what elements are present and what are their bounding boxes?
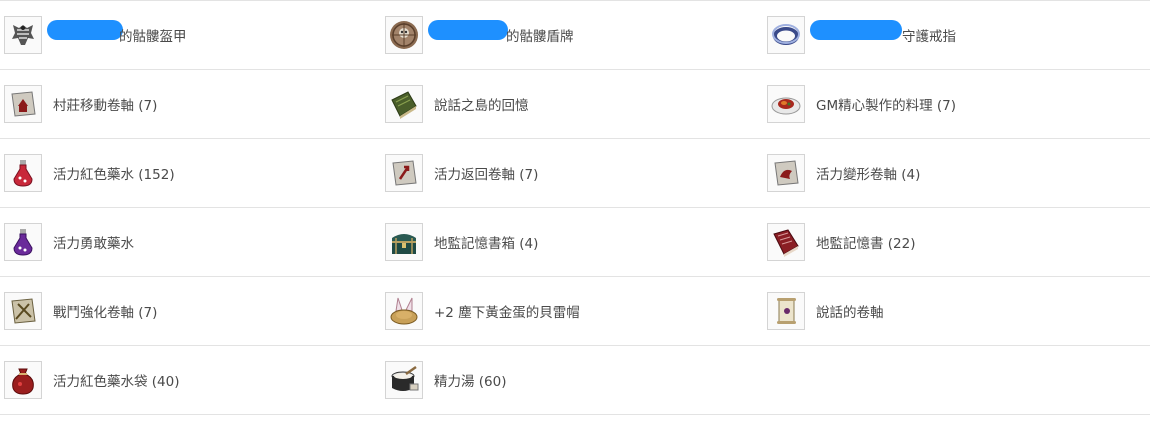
list-item[interactable]: 地監記憶書 (22) [767, 208, 916, 276]
soup-pot-icon [385, 361, 423, 399]
list-item[interactable]: GM精心製作的料理 (7) [767, 70, 956, 138]
item-name: 的骷髏盾牌 [506, 29, 574, 45]
item-name: +2 塵下黃金蛋的貝雷帽 [434, 305, 580, 321]
redaction-mark [47, 20, 123, 40]
skeleton-shield-icon [385, 16, 423, 54]
list-item[interactable]: 的骷髏盾牌 [385, 1, 574, 69]
item-row: 活力紅色藥水 (152) 活力返回卷軸 (7) 活力變形卷軸 (4) [0, 138, 1150, 207]
item-name: 說話的卷軸 [816, 305, 884, 321]
list-item[interactable]: 的骷髏盔甲 [4, 1, 187, 69]
list-item[interactable]: 戰鬥強化卷軸 (7) [4, 277, 157, 345]
item-name: 守護戒指 [902, 29, 956, 45]
item-name: 的骷髏盔甲 [119, 29, 187, 45]
red-book-icon [767, 223, 805, 261]
item-row: 戰鬥強化卷軸 (7) +2 塵下黃金蛋的貝雷帽 說話的卷軸 [0, 276, 1150, 345]
item-row: 村莊移動卷軸 (7) 說話之島的回憶 GM精心製作的料理 (7) [0, 69, 1150, 138]
green-book-icon [385, 85, 423, 123]
list-item[interactable]: 說話之島的回憶 [385, 70, 529, 138]
item-name: GM精心製作的料理 (7) [816, 98, 957, 114]
list-item[interactable]: 活力返回卷軸 (7) [385, 139, 538, 207]
item-row: 活力紅色藥水袋 (40) 精力湯 (60) [0, 345, 1150, 415]
purple-potion-icon [4, 223, 42, 261]
list-item[interactable]: 精力湯 (60) [385, 346, 507, 414]
item-name: 地監記憶書箱 (4) [434, 236, 539, 252]
battle-scroll-icon [4, 292, 42, 330]
redaction-mark [428, 20, 508, 40]
bunny-hat-icon [385, 292, 423, 330]
item-name: 村莊移動卷軸 (7) [53, 98, 158, 114]
list-item[interactable]: 活力紅色藥水袋 (40) [4, 346, 180, 414]
list-item[interactable]: +2 塵下黃金蛋的貝雷帽 [385, 277, 580, 345]
item-name: 活力紅色藥水袋 (40) [53, 374, 180, 390]
item-row: 的骷髏盔甲 的骷髏盾牌 守護戒指 [0, 0, 1150, 69]
list-item[interactable]: 守護戒指 [767, 1, 956, 69]
list-item[interactable]: 說話的卷軸 [767, 277, 884, 345]
skeleton-armor-icon [4, 16, 42, 54]
list-item[interactable]: 地監記憶書箱 (4) [385, 208, 538, 276]
item-name: 活力紅色藥水 (152) [53, 167, 175, 183]
list-item[interactable]: 活力紅色藥水 (152) [4, 139, 175, 207]
dish-icon [767, 85, 805, 123]
redaction-mark [810, 20, 902, 40]
polymorph-scroll-icon [767, 154, 805, 192]
list-item[interactable]: 活力勇敢藥水 [4, 208, 134, 276]
item-row: 活力勇敢藥水 地監記憶書箱 (4) 地監記憶書 (22) [0, 207, 1150, 276]
item-grid: 的骷髏盔甲 的骷髏盾牌 守護戒指 村莊移動卷軸 (7) 說話之島的回憶 GM精心… [0, 0, 1150, 415]
item-name: 活力變形卷軸 (4) [816, 167, 921, 183]
ring-icon [767, 16, 805, 54]
item-name: 說話之島的回憶 [434, 98, 529, 114]
talking-scroll-icon [767, 292, 805, 330]
potion-bag-icon [4, 361, 42, 399]
item-name: 活力勇敢藥水 [53, 236, 134, 252]
treasure-chest-icon [385, 223, 423, 261]
village-scroll-icon [4, 85, 42, 123]
return-scroll-icon [385, 154, 423, 192]
item-name: 地監記憶書 (22) [816, 236, 916, 252]
item-name: 戰鬥強化卷軸 (7) [53, 305, 158, 321]
item-name: 精力湯 (60) [434, 374, 507, 390]
list-item[interactable]: 活力變形卷軸 (4) [767, 139, 920, 207]
list-item[interactable]: 村莊移動卷軸 (7) [4, 70, 157, 138]
red-potion-icon [4, 154, 42, 192]
item-name: 活力返回卷軸 (7) [434, 167, 539, 183]
